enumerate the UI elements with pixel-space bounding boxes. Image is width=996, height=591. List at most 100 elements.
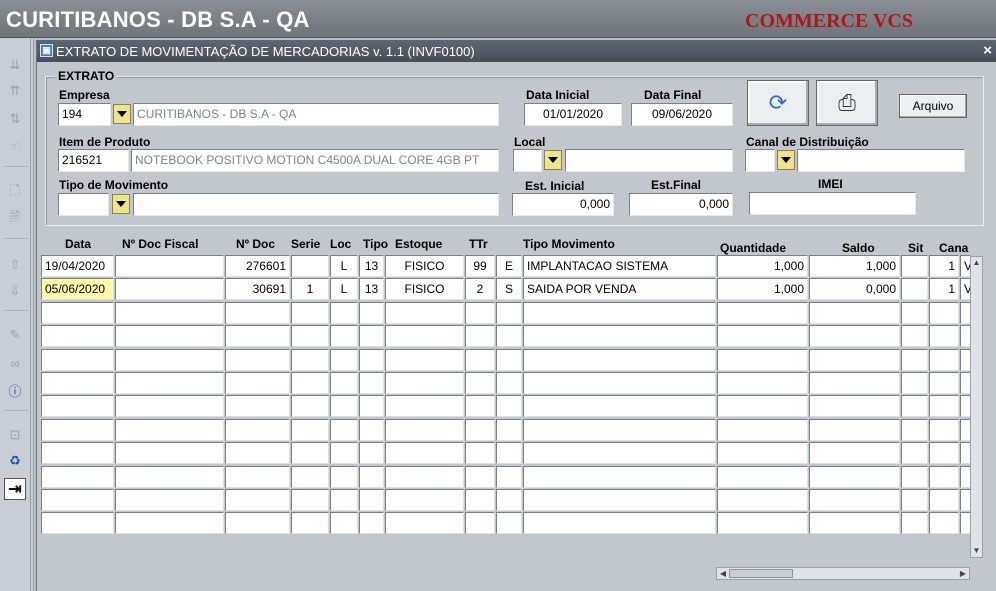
grid-cell[interactable] — [717, 489, 808, 511]
grid-cell[interactable] — [41, 372, 114, 394]
grid-cell[interactable] — [717, 418, 808, 441]
grid-cell[interactable] — [115, 325, 224, 348]
grid-cell[interactable] — [717, 465, 808, 488]
grid-cell[interactable] — [717, 348, 808, 371]
grid-cell[interactable] — [330, 301, 358, 324]
grid-cell[interactable]: 30691 — [225, 278, 290, 301]
grid-cell[interactable] — [809, 372, 900, 394]
grid-cell[interactable] — [901, 278, 928, 301]
grid-cell[interactable] — [385, 348, 464, 371]
grid-cell[interactable] — [465, 418, 495, 441]
grid-cell[interactable] — [225, 372, 290, 394]
canal-dropdown-button[interactable] — [777, 150, 795, 170]
grid-cell[interactable] — [225, 512, 290, 535]
grid-cell[interactable] — [115, 372, 224, 394]
grid-cell[interactable]: 276601 — [225, 255, 290, 277]
grid-cell[interactable] — [465, 348, 495, 371]
grid-cell[interactable] — [901, 418, 928, 441]
grid-cell[interactable] — [496, 325, 522, 348]
local-code-field[interactable] — [513, 149, 542, 172]
scroll-right-arrow-icon[interactable]: ▶ — [957, 568, 969, 579]
grid-cell[interactable] — [359, 395, 384, 418]
empresa-code-field[interactable]: 194 — [58, 103, 111, 126]
trash-icon[interactable]: ♻ — [4, 450, 26, 472]
grid-cell[interactable]: S — [496, 278, 522, 301]
grid-cell[interactable] — [291, 395, 329, 418]
scroll-down-arrow-icon[interactable]: ▼ — [971, 545, 982, 557]
est-inicial-field[interactable]: 0,000 — [512, 193, 614, 216]
grid-cell[interactable] — [225, 442, 290, 465]
item-code-field[interactable]: 216521 — [58, 149, 129, 172]
grid-cell[interactable] — [385, 442, 464, 465]
grid-cell[interactable] — [291, 465, 329, 488]
grid-cell[interactable] — [809, 395, 900, 418]
grid-cell[interactable] — [465, 372, 495, 394]
edit-record-icon[interactable]: 🗎 — [4, 208, 26, 230]
grid-cell[interactable]: L — [330, 255, 358, 277]
grid-cell[interactable] — [359, 418, 384, 441]
grid-cell[interactable] — [929, 512, 959, 535]
grid-cell[interactable] — [809, 465, 900, 488]
grid-cell[interactable] — [115, 395, 224, 418]
scroll-left-arrow-icon[interactable]: ◀ — [717, 568, 729, 579]
grid-cell[interactable] — [359, 512, 384, 535]
grid-cell[interactable] — [330, 418, 358, 441]
refresh-button[interactable]: ⟳ — [747, 80, 809, 126]
tipo-movimento-code-field[interactable] — [58, 193, 109, 216]
scroll-up-arrow-icon[interactable]: ▲ — [971, 257, 982, 269]
local-name-field[interactable] — [565, 149, 733, 172]
imei-field[interactable] — [749, 192, 916, 215]
grid-cell[interactable] — [225, 465, 290, 488]
grid-cell[interactable] — [717, 395, 808, 418]
grid-cell[interactable] — [465, 442, 495, 465]
grid-cell[interactable] — [330, 465, 358, 488]
grid-cell[interactable] — [330, 489, 358, 511]
grid-cell[interactable] — [809, 489, 900, 511]
grid-cell[interactable]: 1 — [929, 255, 959, 277]
grid-cell[interactable] — [809, 442, 900, 465]
lock-icon[interactable]: ⊡ — [4, 424, 26, 446]
grid-cell[interactable] — [385, 395, 464, 418]
grid-cell[interactable] — [330, 442, 358, 465]
grid-cell[interactable] — [496, 465, 522, 488]
grid-cell[interactable] — [901, 489, 928, 511]
grid-cell[interactable] — [496, 395, 522, 418]
horizontal-scrollbar[interactable]: ◀ ▶ — [716, 567, 970, 580]
grid-cell[interactable] — [809, 301, 900, 324]
grid-cell[interactable] — [330, 348, 358, 371]
down-arrow-icon[interactable]: ⇩ — [4, 280, 26, 302]
help-icon[interactable]: ⓘ — [4, 379, 26, 401]
grid-cell[interactable] — [523, 301, 716, 324]
grid-cell[interactable] — [901, 395, 928, 418]
tipo-movimento-name-field[interactable] — [133, 193, 499, 216]
grid-cell[interactable] — [41, 512, 114, 535]
grid-cell[interactable]: 99 — [465, 255, 495, 277]
grid-cell[interactable] — [929, 301, 959, 324]
grid-cell[interactable] — [385, 465, 464, 488]
grid-cell[interactable] — [717, 512, 808, 535]
grid-cell[interactable] — [901, 512, 928, 535]
grid-cell[interactable]: IMPLANTACAO SISTEMA — [523, 255, 716, 277]
grid-cell[interactable] — [809, 512, 900, 535]
print-button[interactable]: ⎙ — [816, 80, 878, 126]
data-inicial-field[interactable]: 01/01/2020 — [524, 103, 622, 126]
grid-cell[interactable] — [115, 512, 224, 535]
grid-cell[interactable] — [115, 348, 224, 371]
grid-cell[interactable] — [523, 442, 716, 465]
grid-cell[interactable]: L — [330, 278, 358, 301]
grid-cell[interactable] — [901, 372, 928, 394]
grid-cell[interactable] — [496, 372, 522, 394]
grid-cell[interactable] — [717, 301, 808, 324]
grid-cell[interactable] — [929, 372, 959, 394]
grid-cell[interactable] — [115, 278, 224, 301]
grid-cell[interactable] — [291, 325, 329, 348]
grid-cell[interactable] — [330, 395, 358, 418]
grid-cell[interactable] — [465, 489, 495, 511]
grid-cell[interactable] — [225, 348, 290, 371]
grid-cell[interactable] — [385, 418, 464, 441]
grid-cell[interactable] — [115, 255, 224, 277]
navigate-prev-icon[interactable]: ⇈ — [4, 80, 26, 102]
grid-cell[interactable] — [465, 512, 495, 535]
grid-cell[interactable] — [465, 325, 495, 348]
grid-cell[interactable] — [291, 372, 329, 394]
